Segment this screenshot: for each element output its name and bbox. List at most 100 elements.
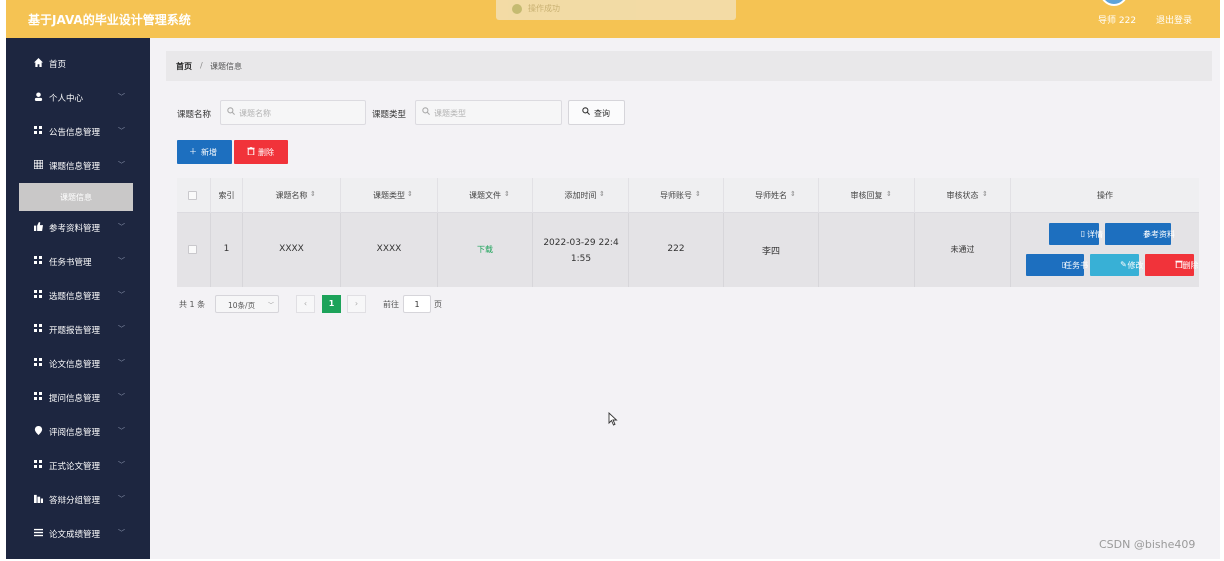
column-header-teacher-name[interactable]: 导师姓名 [724,178,819,213]
cell-actions: ▯ 详情 ▯ 参考资料 ▯ 任务书 ✎ 修改 删除 [1011,213,1199,287]
thumb-icon [34,222,43,231]
column-header-teacher-account[interactable]: 导师账号 [629,178,724,213]
grid-icon [34,460,43,469]
cell-review-reply [819,213,915,287]
chevron-down-icon: ﹀ [118,529,125,537]
sidebar-item-review[interactable]: 评阅信息管理 ﹀ [6,415,150,449]
column-header-file[interactable]: 课题文件 [438,178,533,213]
cell-file: 下载 [438,213,533,287]
grid-icon [34,392,43,401]
search-button[interactable]: 查询 [568,100,625,125]
sidebar-item-proposal[interactable]: 开题报告管理 ﹀ [6,313,150,347]
sidebar-subitem-topic-info[interactable]: 课题信息 [19,183,133,211]
cell-teacher-account: 222 [629,213,724,287]
edit-button[interactable]: ✎ 修改 [1090,254,1144,276]
chevron-down-icon: ﹀ [118,127,125,135]
app-title: 基于JAVA的毕业设计管理系统 [28,13,191,27]
cell-teacher-name: 李四 [724,213,819,287]
search-icon [227,107,235,118]
sort-icon[interactable]: ⇕ [695,190,701,198]
search-icon [422,107,430,118]
grid-icon [34,324,43,333]
pagination-total: 共 1 条 [179,300,206,309]
download-link[interactable]: 下载 [438,244,532,255]
chevron-down-icon: ﹀ [118,93,125,101]
sort-icon[interactable]: ⇕ [982,190,988,198]
column-header-added[interactable]: 添加时间 [533,178,629,213]
topic-name-placeholder: 课题名称 [239,109,271,118]
topic-type-label: 课题类型 [372,110,407,120]
sidebar-item-defense-group[interactable]: 答辩分组管理 ﹀ [6,483,150,517]
page-number-current[interactable]: 1 [322,295,341,313]
delete-button[interactable]: 删除 [1145,254,1199,276]
breadcrumb-separator: / [200,61,203,70]
toast-message: 操作成功 [496,0,736,20]
sort-icon[interactable]: ⇕ [407,190,413,198]
sidebar-item-home[interactable]: 首页 [6,47,150,81]
sort-icon[interactable]: ⇕ [599,190,605,198]
sidebar-item-personal[interactable]: 个人中心 ﹀ [6,81,150,115]
breadcrumb-current: 课题信息 [210,62,242,71]
avatar[interactable] [1100,0,1128,6]
sort-icon[interactable]: ⇕ [886,190,892,198]
next-page-button[interactable]: › [347,295,366,313]
column-header-type[interactable]: 课题类型 [341,178,438,213]
watermark: CSDN @bishe409 [1099,538,1196,551]
toast-text: 操作成功 [528,4,560,13]
select-all-checkbox[interactable] [188,191,197,200]
detail-button[interactable]: ▯ 详情 [1049,223,1103,245]
chevron-right-icon: › [354,299,359,308]
topic-type-placeholder: 课题类型 [434,109,466,118]
reference-button[interactable]: ▯ 参考资料 [1105,223,1175,245]
chevron-down-icon: ﹀ [268,302,275,309]
sidebar-item-final-thesis[interactable]: 正式论文管理 ﹀ [6,449,150,483]
goto-page-input[interactable]: 1 [403,295,431,313]
page-size-select[interactable]: 10条/页 ﹀ [215,295,279,313]
task-button[interactable]: ▯ 任务书 [1026,254,1088,276]
sidebar-item-grades[interactable]: 论文成绩管理 ﹀ [6,517,150,551]
sort-icon[interactable]: ⇕ [310,190,316,198]
search-icon [582,107,590,118]
chevron-left-icon: ‹ [303,299,308,308]
chevron-down-icon: ﹀ [118,393,125,401]
topic-name-label: 课题名称 [177,110,212,120]
cell-type: XXXX [341,213,438,287]
chevron-down-icon: ﹀ [118,495,125,503]
topic-type-input[interactable]: 课题类型 [415,100,562,125]
breadcrumb: 首页 / 课题信息 [166,51,1212,81]
bars-icon [34,494,43,503]
sidebar-item-reference[interactable]: 参考资料管理 ﹀ [6,211,150,245]
sidebar-item-question[interactable]: 提问信息管理 ﹀ [6,381,150,415]
logout-link[interactable]: 退出登录 [1156,13,1192,26]
add-button[interactable]: ＋ 新增 [177,140,232,164]
sidebar-item-selection[interactable]: 选题信息管理 ﹀ [6,279,150,313]
home-icon [34,58,43,67]
topic-name-input[interactable]: 课题名称 [220,100,366,125]
user-label: 导师 222 [1098,16,1137,26]
chevron-down-icon: ﹀ [118,359,125,367]
column-header-name[interactable]: 课题名称 [243,178,341,213]
grid-icon [34,290,43,299]
column-header-review-status[interactable]: 审核状态 [915,178,1011,213]
sidebar-item-notice[interactable]: 公告信息管理 ﹀ [6,115,150,149]
breadcrumb-home[interactable]: 首页 [176,61,192,72]
grid-icon [34,126,43,135]
sidebar: 首页 个人中心 ﹀ 公告信息管理 ﹀ 课题信息管理 ﹀ 课题信息 参考资料管理 … [6,38,150,559]
app-window: 基于JAVA的毕业设计管理系统 操作成功 导师 222 退出登录 首页 个人中心… [6,0,1220,559]
chevron-down-icon: ﹀ [118,461,125,469]
sort-icon[interactable]: ⇕ [790,190,796,198]
cell-added: 2022-03-29 22:41:55 [533,213,629,287]
goto-suffix: 页 [434,300,442,309]
sidebar-item-topic[interactable]: 课题信息管理 ﹀ [6,149,150,183]
column-header-review-reply[interactable]: 审核回复 [819,178,915,213]
chevron-down-icon: ﹀ [118,325,125,333]
sidebar-item-task[interactable]: 任务书管理 ﹀ [6,245,150,279]
trash-icon [247,146,255,157]
batch-delete-button[interactable]: 删除 [234,140,288,164]
prev-page-button[interactable]: ‹ [296,295,315,313]
chevron-down-icon: ﹀ [118,291,125,299]
sort-icon[interactable]: ⇕ [504,190,510,198]
row-checkbox[interactable] [188,245,197,254]
sidebar-item-thesis[interactable]: 论文信息管理 ﹀ [6,347,150,381]
goto-label: 前往 [383,300,399,309]
